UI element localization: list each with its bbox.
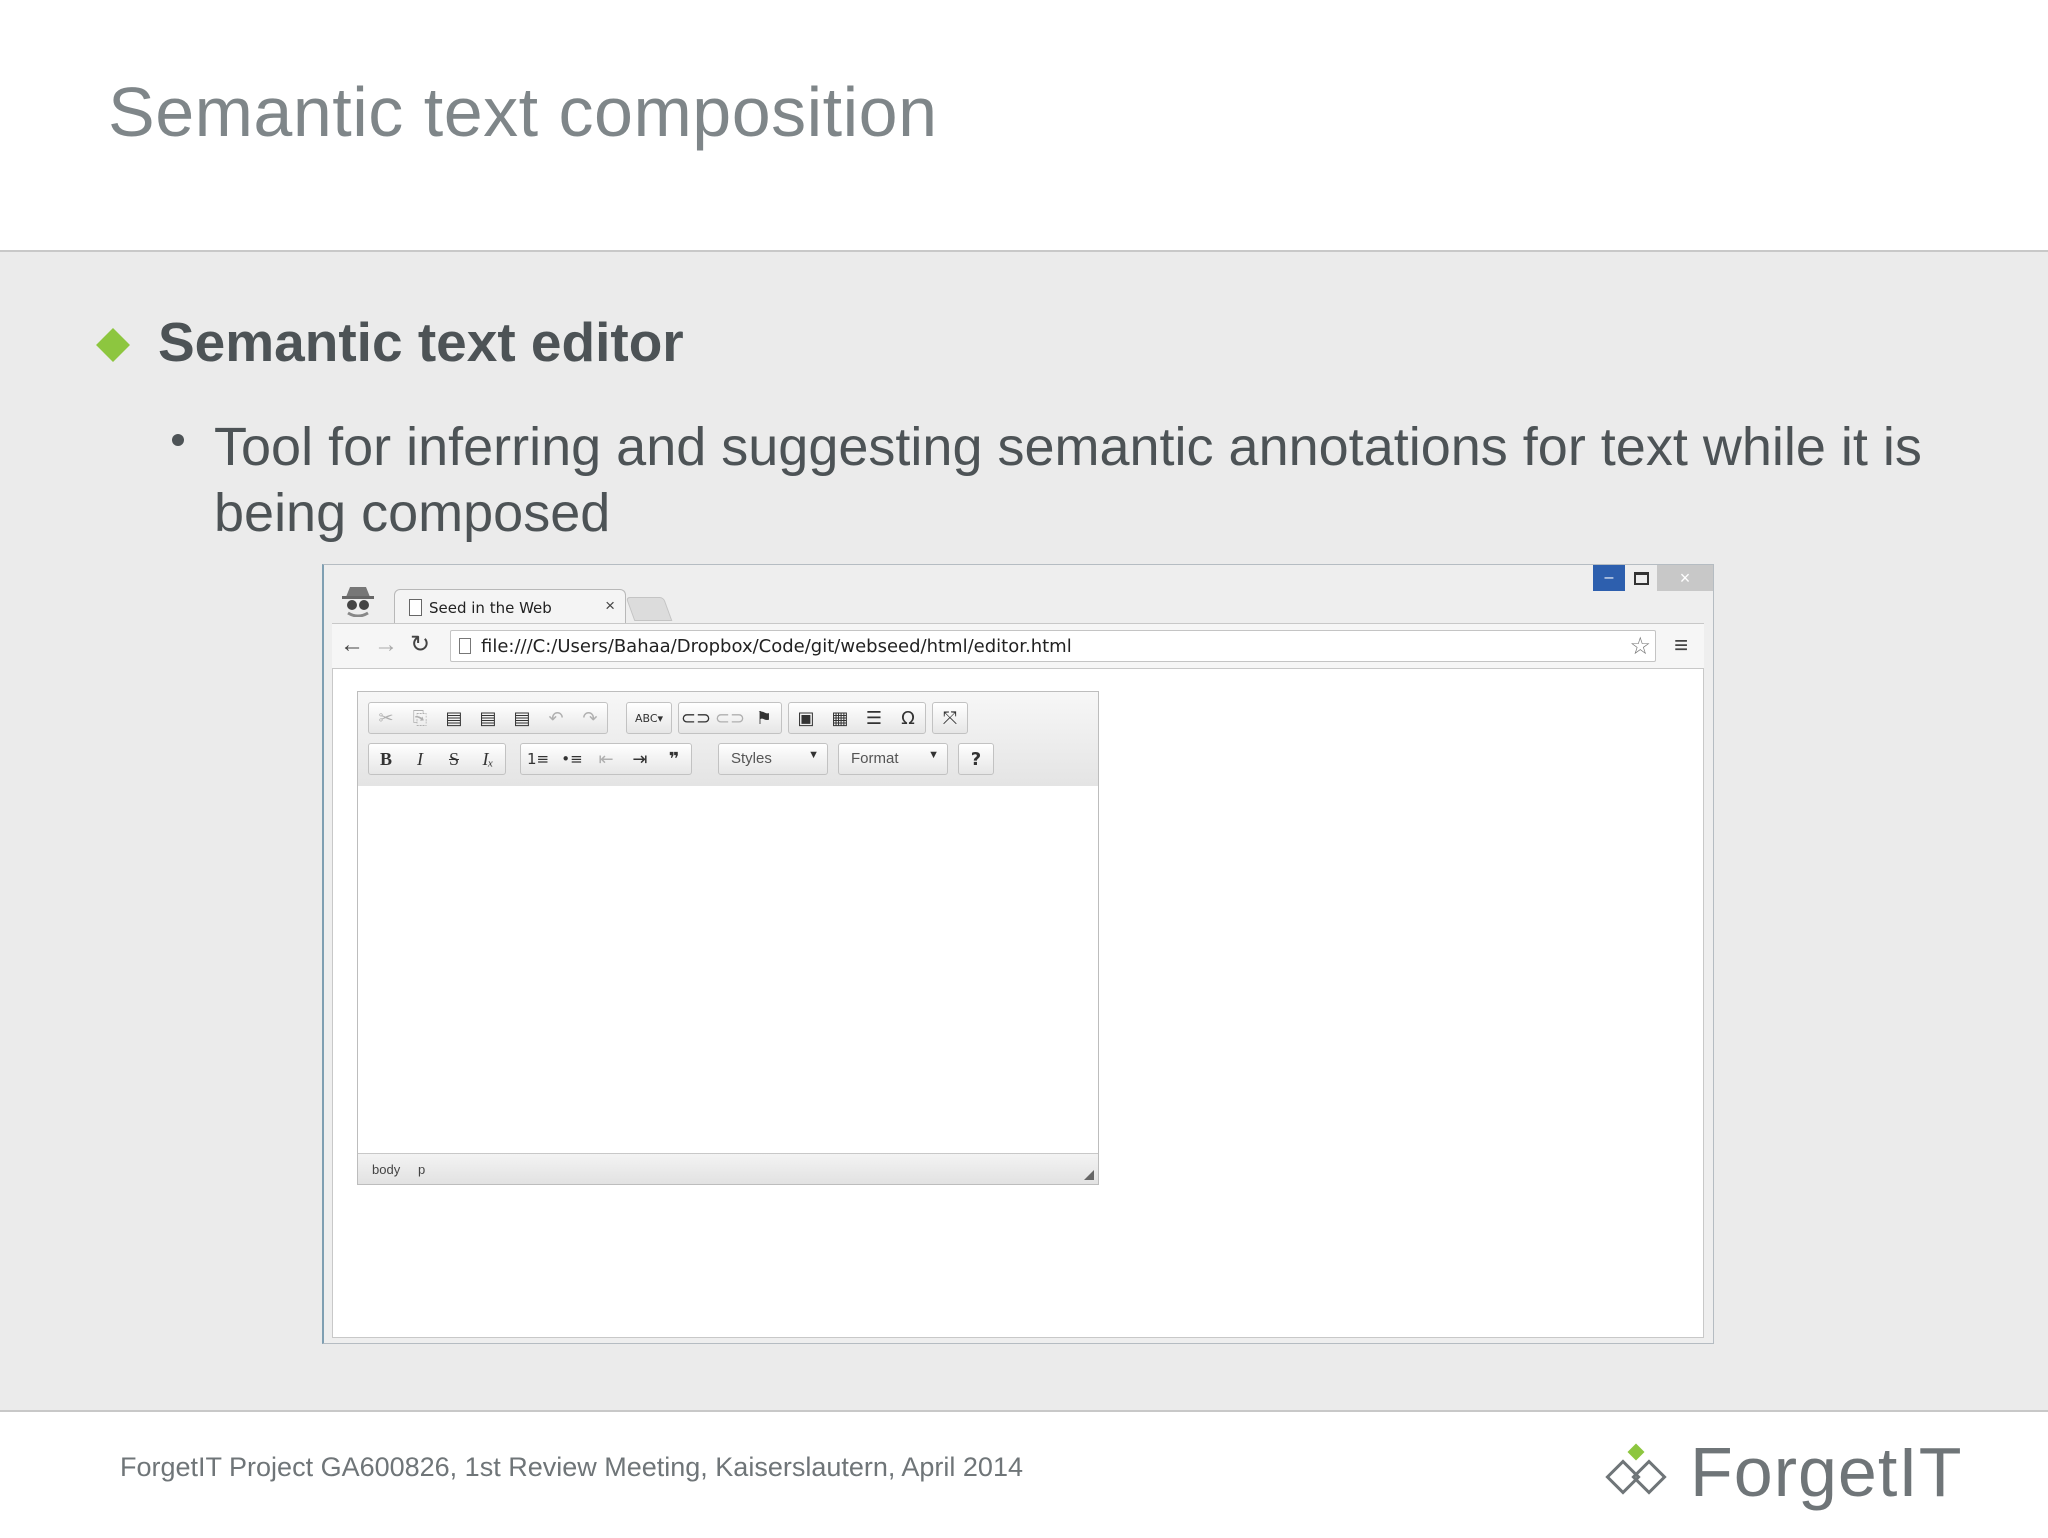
cut-icon[interactable]: ✂ <box>369 703 403 733</box>
browser-tab[interactable]: Seed in the Web × <box>394 589 626 624</box>
reload-icon[interactable]: ↻ <box>410 632 430 658</box>
strike-icon[interactable]: S <box>437 744 471 774</box>
forward-arrow-icon[interactable]: → <box>374 632 398 658</box>
chevron-down-icon: ▼ <box>928 749 939 761</box>
bullet-dot-icon <box>172 434 184 446</box>
bulleted-list-icon[interactable]: •≡ <box>555 744 589 774</box>
outdent-icon[interactable]: ⇤ <box>589 744 623 774</box>
slide-title: Semantic text composition <box>108 73 938 151</box>
path-body[interactable]: body <box>372 1162 400 1177</box>
format-dropdown[interactable]: Format ▼ <box>838 743 948 775</box>
horizontal-rule-icon[interactable]: ☰ <box>857 703 891 733</box>
spellcheck-group: ABC▾ <box>626 702 672 734</box>
paste-word-icon[interactable]: ▤ <box>505 703 539 733</box>
browser-window: – × Seed in the Web × ← → ↻ file:///C:/U… <box>322 564 1714 1344</box>
tab-close-icon[interactable]: × <box>605 596 615 616</box>
links-group: ⊂⊃ ⊂⊃ ⚑ <box>678 702 782 734</box>
image-icon[interactable]: ▣ <box>789 703 823 733</box>
unlink-icon[interactable]: ⊂⊃ <box>713 703 747 733</box>
slide-header: Semantic text composition <box>0 0 2048 252</box>
url-text: file:///C:/Users/Bahaa/Dropbox/Code/git/… <box>481 636 1072 657</box>
spellcheck-icon[interactable]: ABC▾ <box>627 703 671 733</box>
close-button[interactable]: × <box>1657 565 1713 591</box>
anchor-icon[interactable]: ⚑ <box>747 703 781 733</box>
blockquote-icon[interactable]: ❞ <box>657 744 691 774</box>
help-icon[interactable]: ? <box>959 744 993 774</box>
resize-handle-icon[interactable] <box>1084 1170 1094 1180</box>
bold-icon[interactable]: B <box>369 744 403 774</box>
page-icon <box>459 638 471 654</box>
basic-styles-group: B I S Iₓ <box>368 743 506 775</box>
chevron-down-icon: ▼ <box>808 749 819 761</box>
undo-icon[interactable]: ↶ <box>539 703 573 733</box>
editor-toolbar: ✂ ⎘ ▤ ▤ ▤ ↶ ↷ ABC▾ ⊂⊃ ⊂⊃ ⚑ ▣ ▦ ☰ Ω ⤧ B I… <box>358 692 1098 787</box>
copy-icon[interactable]: ⎘ <box>403 703 437 733</box>
styles-label: Styles <box>731 750 772 767</box>
minimize-icon: – <box>1604 569 1614 586</box>
maximize-editor-icon[interactable]: ⤧ <box>933 703 967 733</box>
insert-group: ▣ ▦ ☰ Ω <box>788 702 926 734</box>
numbered-list-icon[interactable]: 1≡ <box>521 744 555 774</box>
format-label: Format <box>851 750 899 767</box>
back-arrow-icon[interactable]: ← <box>340 632 364 658</box>
paste-text-icon[interactable]: ▤ <box>471 703 505 733</box>
address-bar[interactable]: file:///C:/Users/Bahaa/Dropbox/Code/git/… <box>450 630 1656 662</box>
window-controls: – × <box>1593 565 1713 591</box>
close-icon: × <box>1679 567 1691 588</box>
italic-icon[interactable]: I <box>403 744 437 774</box>
clipboard-group: ✂ ⎘ ▤ ▤ ▤ ↶ ↷ <box>368 702 608 734</box>
maximize-icon <box>1633 571 1649 585</box>
table-icon[interactable]: ▦ <box>823 703 857 733</box>
editor-status-bar: body p <box>358 1153 1098 1184</box>
page-viewport: ✂ ⎘ ▤ ▤ ▤ ↶ ↷ ABC▾ ⊂⊃ ⊂⊃ ⚑ ▣ ▦ ☰ Ω ⤧ B I… <box>332 668 1704 1338</box>
section-heading: Semantic text editor <box>158 311 684 373</box>
new-tab-button[interactable] <box>625 597 673 621</box>
redo-icon[interactable]: ↷ <box>573 703 607 733</box>
logo-text: ForgetIT <box>1690 1433 1963 1511</box>
link-icon[interactable]: ⊂⊃ <box>679 703 713 733</box>
help-group: ? <box>958 743 994 775</box>
indent-icon[interactable]: ⇥ <box>623 744 657 774</box>
tools-group: ⤧ <box>932 702 968 734</box>
slide-footer: ForgetIT Project GA600826, 1st Review Me… <box>0 1410 2048 1538</box>
remove-format-icon[interactable]: Iₓ <box>471 744 505 774</box>
special-char-icon[interactable]: Ω <box>891 703 925 733</box>
editor-content-area[interactable] <box>358 786 1098 1154</box>
rich-text-editor: ✂ ⎘ ▤ ▤ ▤ ↶ ↷ ABC▾ ⊂⊃ ⊂⊃ ⚑ ▣ ▦ ☰ Ω ⤧ B I… <box>357 691 1099 1185</box>
incognito-profile-icon[interactable] <box>338 583 378 617</box>
maximize-button[interactable] <box>1625 565 1657 591</box>
paste-icon[interactable]: ▤ <box>437 703 471 733</box>
forgetit-logo-icon <box>1605 1443 1667 1495</box>
footer-text: ForgetIT Project GA600826, 1st Review Me… <box>120 1452 1023 1482</box>
page-icon <box>409 599 422 616</box>
browser-toolbar: ← → ↻ file:///C:/Users/Bahaa/Dropbox/Cod… <box>332 623 1704 669</box>
minimize-button[interactable]: – <box>1593 565 1625 591</box>
paragraph-group: 1≡ •≡ ⇤ ⇥ ❞ <box>520 743 692 775</box>
styles-dropdown[interactable]: Styles ▼ <box>718 743 828 775</box>
bookmark-star-icon[interactable]: ☆ <box>1629 632 1651 661</box>
tab-title: Seed in the Web <box>429 599 552 617</box>
menu-icon[interactable]: ≡ <box>1674 632 1688 660</box>
path-p[interactable]: p <box>418 1162 425 1177</box>
bullet-text: Tool for inferring and suggesting semant… <box>214 417 1922 543</box>
